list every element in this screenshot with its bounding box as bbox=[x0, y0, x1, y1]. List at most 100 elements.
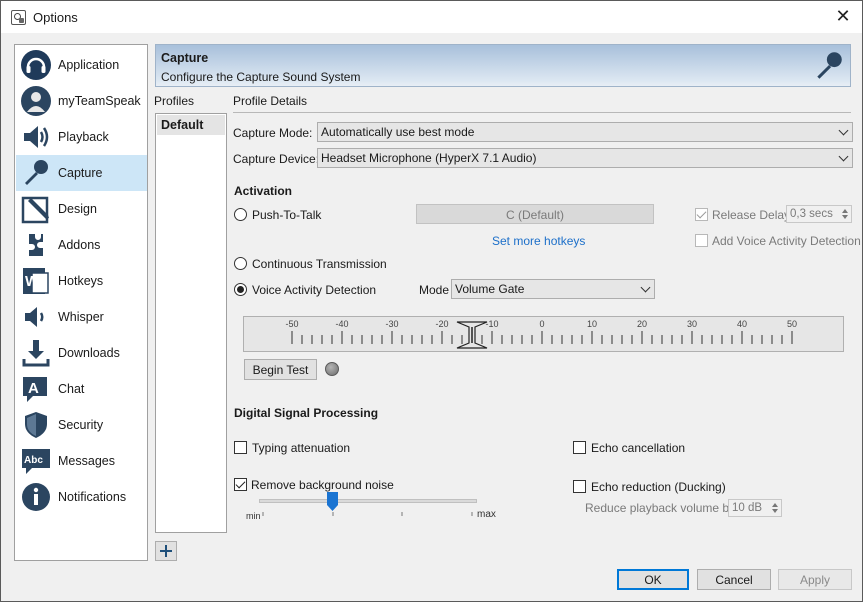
svg-text:A: A bbox=[28, 380, 39, 397]
noise-reduction-slider-thumb[interactable] bbox=[326, 492, 338, 511]
meter-tick-label: 10 bbox=[587, 319, 597, 329]
remove-noise-label[interactable]: Remove background noise bbox=[251, 478, 394, 492]
close-icon[interactable]: ✕ bbox=[828, 1, 858, 33]
svg-text:Abc: Abc bbox=[24, 455, 43, 466]
user-icon bbox=[21, 86, 51, 116]
sidebar-item-application[interactable]: Application bbox=[16, 47, 147, 83]
meter-tick-label: 50 bbox=[787, 319, 797, 329]
noise-reduction-slider-track[interactable] bbox=[259, 499, 477, 503]
vad-label[interactable]: Voice Activity Detection bbox=[252, 283, 376, 297]
messages-icon: Abc bbox=[22, 449, 50, 474]
profiles-label: Profiles bbox=[154, 94, 195, 108]
sidebar-item-notifications[interactable]: Notifications bbox=[16, 479, 147, 515]
vad-radio[interactable] bbox=[234, 283, 247, 296]
profile-item-default[interactable]: Default bbox=[157, 115, 225, 135]
typing-attenuation-checkbox[interactable] bbox=[234, 441, 247, 454]
add-vad-checkbox[interactable] bbox=[695, 234, 708, 247]
sidebar-item-hotkeys[interactable]: W Hotkeys bbox=[16, 263, 147, 299]
echo-reduction-checkbox[interactable] bbox=[573, 480, 586, 493]
activation-heading: Activation bbox=[234, 184, 293, 198]
sidebar-item-messages[interactable]: Abc Messages bbox=[16, 443, 147, 479]
chevron-down-icon bbox=[838, 151, 849, 162]
spin-down-icon[interactable] bbox=[772, 509, 778, 513]
sidebar-item-label: Whisper bbox=[58, 310, 104, 324]
sidebar-item-label: Notifications bbox=[58, 490, 127, 504]
begin-test-button[interactable]: Begin Test bbox=[244, 359, 317, 380]
spin-down-icon[interactable] bbox=[842, 215, 848, 219]
add-profile-button[interactable] bbox=[155, 541, 177, 561]
capture-device-select[interactable]: Headset Microphone (HyperX 7.1 Audio) bbox=[317, 148, 853, 168]
chevron-down-icon bbox=[838, 125, 849, 136]
slider-min-label: min bbox=[246, 511, 261, 521]
remove-noise-checkbox[interactable] bbox=[234, 478, 247, 491]
options-app-icon bbox=[11, 10, 26, 25]
echo-reduction-label[interactable]: Echo reduction (Ducking) bbox=[591, 480, 726, 494]
reduce-volume-spinbox[interactable]: 10 dB bbox=[728, 499, 782, 517]
apply-button[interactable]: Apply bbox=[778, 569, 852, 590]
meter-tick-label: -10 bbox=[485, 319, 498, 329]
sidebar-item-label: Addons bbox=[58, 238, 101, 252]
meter-tick-label: 40 bbox=[737, 319, 747, 329]
vad-mode-select[interactable]: Volume Gate bbox=[451, 279, 655, 299]
echo-cancellation-checkbox[interactable] bbox=[573, 441, 586, 454]
slider-max-label: max bbox=[477, 509, 496, 520]
svg-text:W: W bbox=[25, 273, 40, 290]
spin-up-icon[interactable] bbox=[772, 503, 778, 507]
headset-icon bbox=[21, 50, 51, 80]
continuous-transmission-radio[interactable] bbox=[234, 257, 247, 270]
section-subtitle: Configure the Capture Sound System bbox=[161, 70, 361, 84]
volume-gate-meter[interactable]: -50 -40 -30 -20 -10 0 10 20 30 40 50 bbox=[243, 316, 844, 352]
meter-tick-label: 30 bbox=[687, 319, 697, 329]
microphone-icon bbox=[25, 160, 48, 185]
sidebar-item-downloads[interactable]: Downloads bbox=[16, 335, 147, 371]
hotkey-button[interactable]: C (Default) bbox=[416, 204, 654, 224]
release-delay-checkbox[interactable] bbox=[695, 208, 708, 221]
keyboard-icon: W bbox=[23, 268, 49, 294]
sidebar-item-label: Hotkeys bbox=[58, 274, 104, 288]
sidebar-item-design[interactable]: Design bbox=[16, 191, 147, 227]
ok-button[interactable]: OK bbox=[617, 569, 689, 590]
sidebar-item-label: Messages bbox=[58, 454, 115, 468]
reduce-volume-label: Reduce playback volume by: bbox=[585, 501, 739, 515]
continuous-transmission-label[interactable]: Continuous Transmission bbox=[252, 257, 387, 271]
options-window: Options ✕ Application myTeamSpeak Playba… bbox=[0, 0, 863, 602]
sidebar-item-label: Downloads bbox=[58, 346, 120, 360]
whisper-speaker-icon bbox=[25, 307, 44, 327]
sidebar-item-label: myTeamSpeak bbox=[58, 94, 141, 108]
sidebar-item-chat[interactable]: A Chat bbox=[16, 371, 147, 407]
sidebar-item-myteamspeak[interactable]: myTeamSpeak bbox=[16, 83, 147, 119]
sidebar-item-whisper[interactable]: Whisper bbox=[16, 299, 147, 335]
sidebar-item-security[interactable]: Security bbox=[16, 407, 147, 443]
profile-details-label: Profile Details bbox=[233, 94, 308, 108]
push-to-talk-radio[interactable] bbox=[234, 208, 247, 221]
section-title: Capture bbox=[161, 51, 209, 65]
slider-ticks bbox=[262, 512, 473, 516]
test-indicator-led bbox=[325, 362, 339, 376]
microphone-icon bbox=[817, 52, 842, 79]
shield-icon bbox=[25, 412, 47, 438]
capture-mode-label: Capture Mode: bbox=[233, 126, 313, 140]
speaker-icon bbox=[24, 126, 49, 148]
sidebar-item-label: Capture bbox=[58, 166, 103, 180]
sidebar-item-playback[interactable]: Playback bbox=[16, 119, 147, 155]
window-title: Options bbox=[33, 10, 78, 25]
download-icon bbox=[22, 340, 50, 367]
push-to-talk-label[interactable]: Push-To-Talk bbox=[252, 208, 321, 222]
sidebar-item-label: Playback bbox=[58, 130, 109, 144]
spin-up-icon[interactable] bbox=[842, 209, 848, 213]
release-delay-spinbox[interactable]: 0,3 secs bbox=[786, 205, 852, 223]
typing-attenuation-label[interactable]: Typing attenuation bbox=[252, 441, 350, 455]
echo-cancellation-label[interactable]: Echo cancellation bbox=[591, 441, 685, 455]
release-delay-value: 0,3 secs bbox=[790, 208, 833, 220]
meter-tick-label: -20 bbox=[435, 319, 448, 329]
sidebar-item-capture[interactable]: Capture bbox=[16, 155, 147, 191]
sidebar-item-addons[interactable]: Addons bbox=[16, 227, 147, 263]
capture-mode-select[interactable]: Automatically use best mode bbox=[317, 122, 853, 142]
set-more-hotkeys-link[interactable]: Set more hotkeys bbox=[492, 234, 585, 248]
reduce-volume-value: 10 dB bbox=[732, 502, 763, 514]
cancel-button[interactable]: Cancel bbox=[697, 569, 771, 590]
release-delay-label: Release Delay bbox=[712, 208, 791, 222]
meter-tick-label: -30 bbox=[385, 319, 398, 329]
puzzle-icon bbox=[29, 234, 43, 256]
meter-tick-label: -50 bbox=[285, 319, 298, 329]
